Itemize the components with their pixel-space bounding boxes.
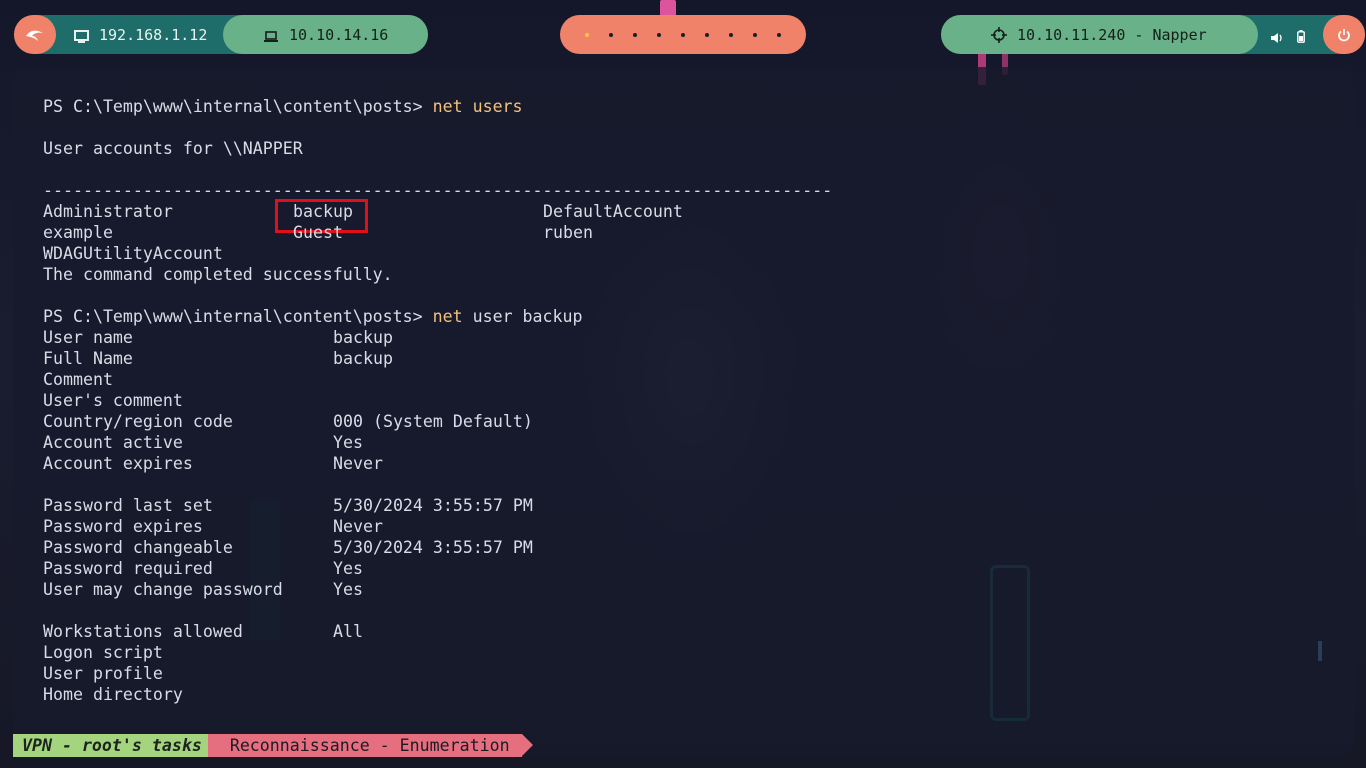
user-account-name: WDAGUtilityAccount: [43, 244, 223, 263]
workspace-dot[interactable]: [657, 32, 661, 37]
detail-label: Logon script: [43, 643, 163, 662]
detail-value: 5/30/2024 3:55:57 PM: [333, 538, 533, 557]
detail-row: Account active Yes: [43, 432, 832, 453]
monitor-icon: [74, 29, 89, 43]
workspace-dot[interactable]: [585, 32, 589, 37]
target-text: 10.10.11.240 - Napper: [1017, 25, 1207, 44]
target-widget[interactable]: 10.10.11.240 - Napper: [941, 15, 1258, 54]
detail-row: Password expires Never: [43, 516, 832, 537]
detail-label: Workstations allowed: [43, 622, 243, 641]
prompt: PS C:\Temp\www\internal\content\posts>: [43, 97, 433, 116]
command-keyword: net: [432, 307, 463, 326]
detail-row: Account expires Never: [43, 453, 832, 474]
detail-row: [43, 474, 832, 495]
detail-row: Password required Yes: [43, 558, 832, 579]
local-ip-widget[interactable]: 192.168.1.12: [56, 15, 223, 54]
vpn-ip-widget[interactable]: 10.10.14.16: [223, 15, 428, 54]
detail-row: User profile: [43, 663, 832, 684]
detail-value: Yes: [333, 433, 363, 452]
detail-value: 5/30/2024 3:55:57 PM: [333, 496, 533, 515]
vpn-ip-text: 10.10.14.16: [289, 25, 389, 44]
detail-row: User's comment: [43, 390, 832, 411]
detail-value: All: [333, 622, 363, 641]
accounts-header: User accounts for \\NAPPER: [43, 139, 303, 158]
command-args: user backup: [462, 307, 583, 326]
system-tray: [1258, 15, 1323, 54]
detail-label: Account active: [43, 433, 183, 452]
session-name[interactable]: VPN - root's tasks: [13, 734, 219, 757]
detail-label: User name: [43, 328, 133, 347]
user-row: WDAGUtilityAccount: [43, 243, 832, 264]
detail-value: Never: [333, 454, 383, 473]
completed-message: The command completed successfully.: [43, 265, 393, 284]
detail-label: Password required: [43, 559, 213, 578]
detail-value: 000 (System Default): [333, 412, 533, 431]
user-account-name: example: [43, 223, 113, 242]
detail-row: Password changeable 5/30/2024 3:55:57 PM: [43, 537, 832, 558]
topbar-right-pill: 10.10.11.240 - Napper: [941, 15, 1365, 54]
workspace-dot[interactable]: [609, 32, 613, 37]
detail-row: [43, 600, 832, 621]
topbar-left-pill: 192.168.1.12 10.10.14.16: [14, 15, 428, 54]
power-icon[interactable]: [1323, 15, 1365, 54]
detail-row: Password last set 5/30/2024 3:55:57 PM: [43, 495, 832, 516]
detail-row: Logon script: [43, 642, 832, 663]
crosshair-icon: [991, 26, 1007, 43]
prompt-line: PS C:\Temp\www\internal\content\posts> n…: [43, 96, 832, 117]
detail-label: Password expires: [43, 517, 203, 536]
prompt-line: PS C:\Temp\www\internal\content\posts> n…: [43, 306, 832, 327]
detail-row: Country/region code 000 (System Default): [43, 411, 832, 432]
detail-value: Yes: [333, 559, 363, 578]
detail-label: Country/region code: [43, 412, 233, 431]
detail-row: Home directory: [43, 684, 832, 705]
window-name[interactable]: Reconnaissance - Enumeration: [207, 734, 533, 757]
command-net-users: net users: [432, 97, 523, 116]
detail-label: User may change password: [43, 580, 283, 599]
detail-row: Comment: [43, 369, 832, 390]
detail-value: Never: [333, 517, 383, 536]
laptop-icon: [263, 29, 279, 42]
detail-label: Comment: [43, 370, 113, 389]
user-account-name: ruben: [543, 223, 593, 242]
terminal-output: PS C:\Temp\www\internal\content\posts> n…: [43, 96, 832, 705]
detail-value: backup: [333, 328, 393, 347]
detail-row: User name backup: [43, 327, 832, 348]
prompt: PS C:\Temp\www\internal\content\posts>: [43, 307, 433, 326]
workspace-dot[interactable]: [777, 32, 781, 37]
user-account-name: DefaultAccount: [543, 202, 683, 221]
user-account-name: Administrator: [43, 202, 173, 221]
detail-value: backup: [333, 349, 393, 368]
detail-label: Password changeable: [43, 538, 233, 557]
local-ip-text: 192.168.1.12: [99, 25, 208, 44]
kali-dragon-icon[interactable]: [14, 15, 56, 54]
workspace-switcher: [560, 15, 806, 54]
detail-label: User's comment: [43, 391, 183, 410]
workspace-dot[interactable]: [729, 32, 733, 37]
detail-value: Yes: [333, 580, 363, 599]
detail-label: Full Name: [43, 349, 133, 368]
scroll-indicator[interactable]: [1318, 641, 1322, 661]
detail-row: User may change password Yes: [43, 579, 832, 600]
background-neon-sign: [660, 0, 676, 16]
detail-label: Account expires: [43, 454, 193, 473]
workspace-dot[interactable]: [753, 32, 757, 37]
workspace-dot[interactable]: [705, 32, 709, 37]
volume-icon[interactable]: [1270, 29, 1283, 43]
detail-label: Home directory: [43, 685, 183, 704]
user-account-name: Guest: [293, 223, 343, 242]
detail-label: Password last set: [43, 496, 213, 515]
detail-row: Workstations allowed All: [43, 621, 832, 642]
user-row: example Guest ruben: [43, 222, 832, 243]
battery-icon[interactable]: [1297, 28, 1305, 43]
workspace-dot[interactable]: [681, 32, 685, 37]
tmux-statusline: VPN - root's tasks Reconnaissance - Enum…: [13, 734, 533, 757]
user-row: Administrator backup DefaultAccount: [43, 199, 832, 233]
terminal-window[interactable]: PS C:\Temp\www\internal\content\posts> n…: [13, 67, 1354, 756]
separator-line: ----------------------------------------…: [43, 181, 833, 200]
detail-label: User profile: [43, 664, 163, 683]
workspace-dot[interactable]: [633, 32, 637, 37]
detail-row: Full Name backup: [43, 348, 832, 369]
